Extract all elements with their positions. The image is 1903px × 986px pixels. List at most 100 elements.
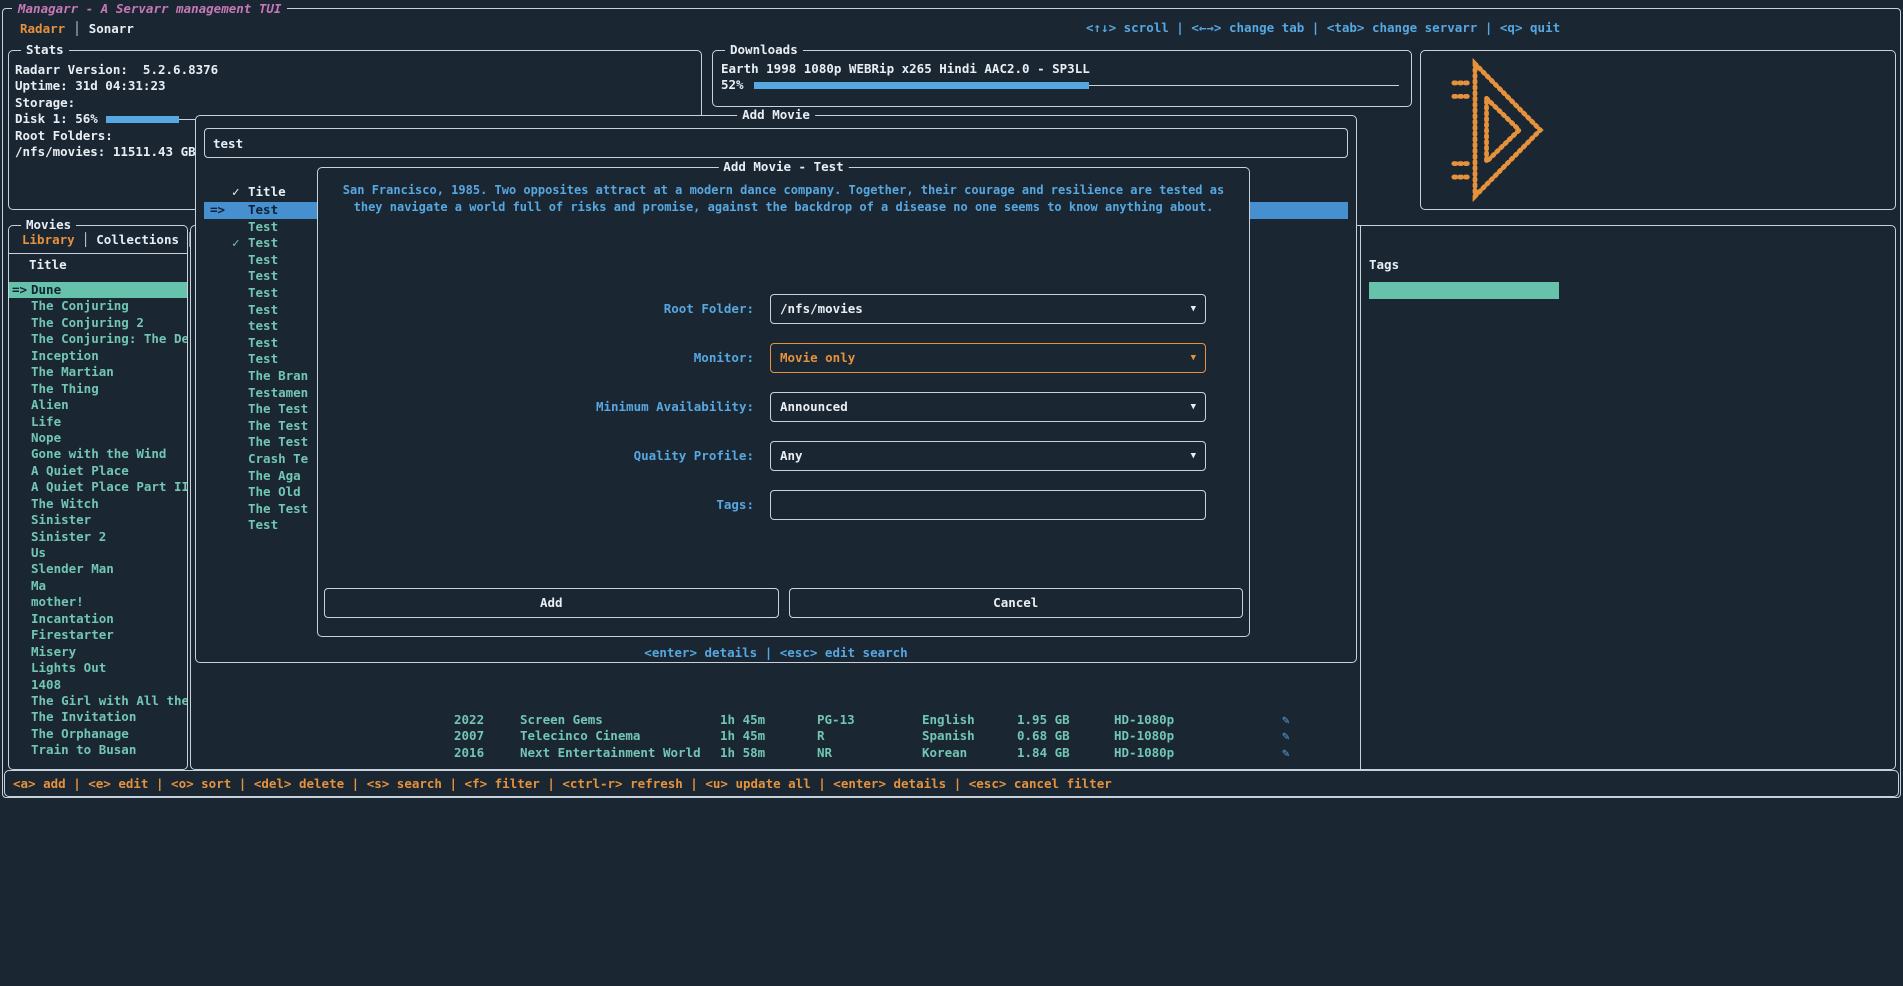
in-library-check-icon [232,318,248,335]
selection-arrow [210,219,232,236]
field-value-dropdown[interactable]: ▼ [770,490,1206,520]
stats-panel-title: Stats [21,42,69,57]
minimum-availability-field: Minimum Availability: Announced▼ [334,392,1233,441]
root-folder-field: Root Folder: /nfs/movies▼ [334,294,1233,343]
size-cell: 1.95 GB [1017,712,1070,728]
download-progress-gauge [754,78,1399,93]
tab-collections[interactable]: Collections│ [89,232,193,247]
movie-list-item[interactable]: A Quiet Place Part II [9,479,187,495]
movie-list-item[interactable]: The Invitation [9,709,187,725]
runtime-cell: 1h 45m [720,728,765,744]
size-cell: 1.84 GB [1017,745,1070,761]
add-button[interactable]: Add [324,588,779,618]
in-library-check-icon [232,268,248,285]
movie-list-item[interactable]: Alien [9,397,187,413]
tab-radarr[interactable]: Radarr│ [12,21,81,36]
movie-list-item[interactable]: Lights Out [9,660,187,676]
selection-arrow [210,285,232,302]
movie-list-item[interactable]: The Martian [9,364,187,380]
selection-arrow [12,446,31,462]
movie-list-item[interactable]: The Thing [9,381,187,397]
keybinding-help-top: <↑↓> scroll | <←→> change tab | <tab> ch… [1086,20,1560,35]
language-cell: Spanish [922,728,975,744]
studio-cell: Telecinco Cinema [520,728,640,744]
details-modal-title: Add Movie - Test [718,159,848,174]
keybinding-help-bottom: <a> add | <e> edit | <o> sort | <del> de… [13,771,1112,796]
field-value-dropdown[interactable]: Movie only▼ [770,343,1206,373]
field-value-dropdown[interactable]: Any▼ [770,441,1206,471]
field-label: Monitor: [334,343,754,373]
field-label: Tags: [334,490,754,520]
selection-arrow [12,381,31,397]
movie-list-item[interactable]: Train to Busan [9,742,187,758]
movie-list-item[interactable]: The Conjuring 2 [9,315,187,331]
in-library-check-icon [232,335,248,352]
add-movie-form: Root Folder: /nfs/movies▼ Monitor: Movie… [334,294,1233,539]
tags-column-divider [1360,226,1361,769]
movie-list-item[interactable]: Slender Man [9,561,187,577]
movie-list-item[interactable]: Us [9,545,187,561]
movie-list-item[interactable]: Firestarter [9,627,187,643]
in-library-check-icon [232,451,248,468]
selection-arrow [12,677,31,693]
library-row[interactable]: 2007 Telecinco Cinema 1h 45m R Spanish 0… [192,728,1893,744]
add-movie-modal-help: <enter> details | <esc> edit search [644,645,907,660]
modal-buttons: Add Cancel [324,588,1243,618]
tab-library[interactable]: Library│ [15,232,89,247]
selection-arrow [12,463,31,479]
radarr-version: Radarr Version: 5.2.6.8376 [15,62,695,78]
selection-arrow [210,434,232,451]
quality-profile-field: Quality Profile: Any▼ [334,441,1233,490]
movie-list-item[interactable]: 1408 [9,677,187,693]
movie-list-item[interactable]: Nope [9,430,187,446]
downloads-panel: Downloads Earth 1998 1080p WEBRip x265 H… [712,50,1412,107]
year-cell: 2007 [454,728,484,744]
movie-list-item[interactable]: mother! [9,594,187,610]
field-value-dropdown[interactable]: /nfs/movies▼ [770,294,1206,324]
footer-help-bar: <a> add | <e> edit | <o> sort | <del> de… [4,770,1899,797]
tags-column-header: Tags [1369,257,1399,272]
movie-list-item[interactable]: =>Dune [9,282,187,298]
movie-list-item[interactable]: Inception [9,348,187,364]
studio-cell: Next Entertainment World [520,745,701,761]
downloads-panel-title: Downloads [725,42,803,57]
selection-arrow [210,401,232,418]
selection-arrow [12,496,31,512]
tab-sonarr[interactable]: Sonarr [81,21,142,36]
in-library-check-icon [232,202,248,219]
field-value-dropdown[interactable]: Announced▼ [770,392,1206,422]
selection-arrow [12,364,31,380]
selection-arrow [210,484,232,501]
movie-list-item[interactable]: Ma [9,578,187,594]
movie-list-item[interactable]: Life [9,414,187,430]
quality-cell: HD-1080p [1114,712,1174,728]
selection-arrow [12,397,31,413]
library-row[interactable]: 2022 Screen Gems 1h 45m PG-13 English 1.… [192,712,1893,728]
movie-list-item[interactable]: The Conjuring: The De [9,331,187,347]
monitor-field: Monitor: Movie only▼ [334,343,1233,392]
movie-list-item[interactable]: The Conjuring [9,298,187,314]
in-library-check-icon [232,385,248,402]
movie-search-input[interactable] [205,129,1347,157]
movie-list-item[interactable]: The Girl with All the [9,693,187,709]
movie-list-item[interactable]: Incantation [9,611,187,627]
selection-arrow [12,627,31,643]
selection-arrow [12,331,31,347]
movie-list-item[interactable]: Sinister 2 [9,529,187,545]
movie-list-item[interactable]: Sinister [9,512,187,528]
selection-arrow: => [12,282,31,298]
tags-field: Tags: ▼ [334,490,1233,539]
chevron-down-icon: ▼ [1191,296,1196,323]
movie-list-item[interactable]: The Witch [9,496,187,512]
selection-arrow [12,479,31,495]
tab-divider: │ [82,232,90,247]
movie-list-item[interactable]: Misery [9,644,187,660]
library-row[interactable]: 2016 Next Entertainment World 1h 58m NR … [192,745,1893,761]
movie-list-item[interactable]: The Orphanage [9,726,187,742]
in-library-check-icon [232,285,248,302]
movie-list-item[interactable]: A Quiet Place [9,463,187,479]
cancel-button[interactable]: Cancel [789,588,1244,618]
selection-arrow [210,252,232,269]
movie-list-item[interactable]: Gone with the Wind [9,446,187,462]
uptime: Uptime: 31d 04:31:23 [15,78,695,94]
